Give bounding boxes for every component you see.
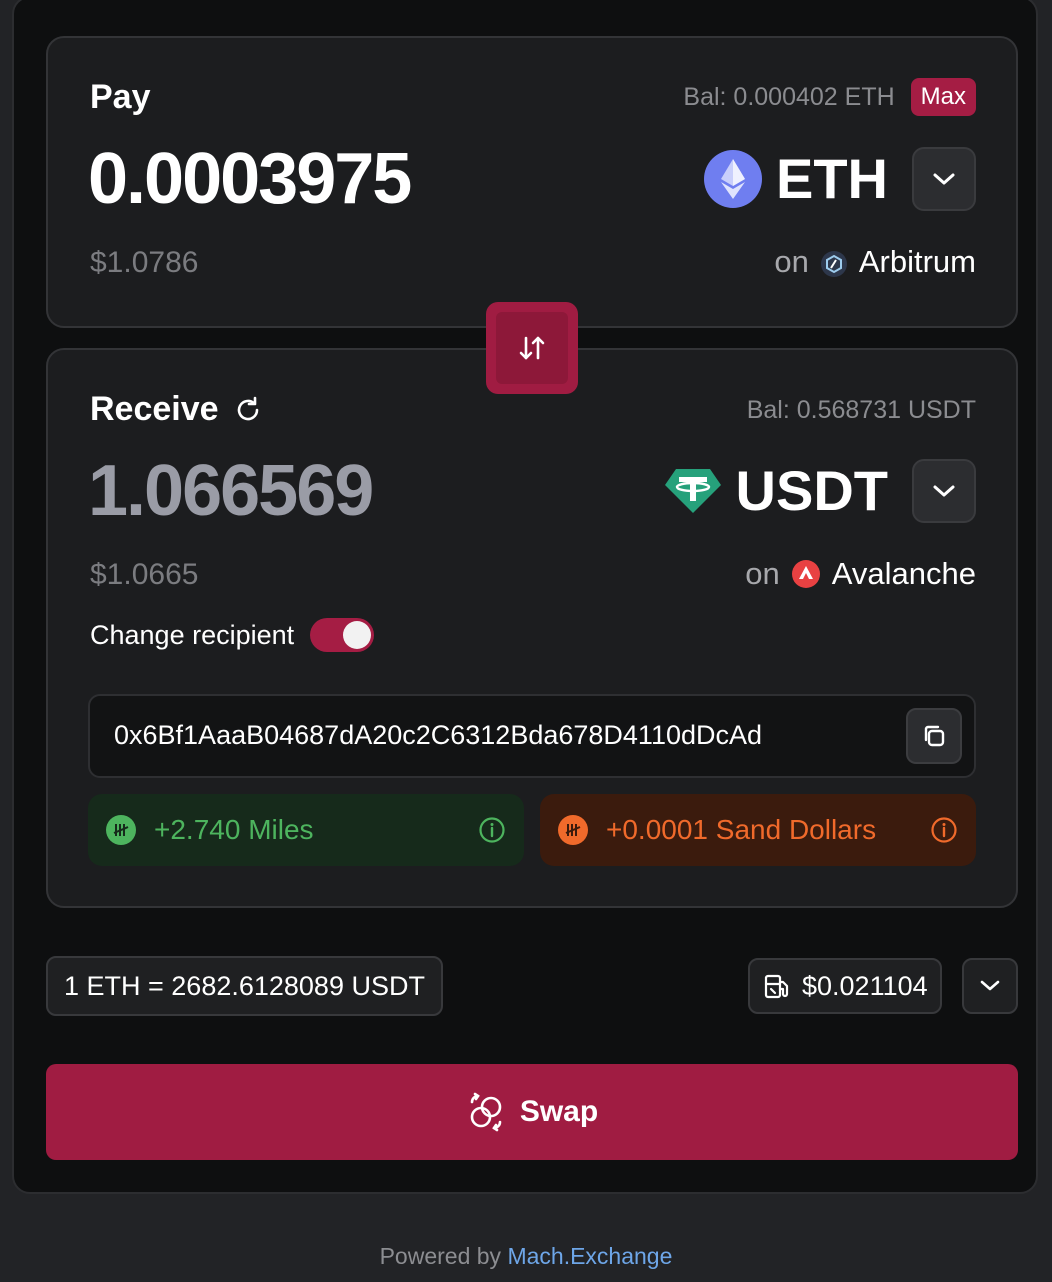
info-icon[interactable] [930,816,958,844]
pay-token-name: ETH [776,147,888,210]
swap-button-label: Swap [519,1095,599,1128]
gas-pump-icon [764,974,789,999]
pay-on-label: on [774,244,809,279]
pay-network-name: Arbitrum [858,244,976,279]
miles-reward-text: +2.740 Miles [154,814,314,845]
swap-arrows-icon [519,336,545,360]
copy-address-button[interactable] [906,708,962,764]
pay-card: Pay Bal: 0.000402 ETH Max 0.0003975 ETH … [46,36,1018,328]
receive-card: Receive Bal: 0.568731 USDT 1.066569 USDT… [46,348,1018,908]
gas-fee-value: $0.021104 [802,970,928,1001]
footer-prefix: Powered by [379,1243,502,1269]
swap-direction-button[interactable] [486,302,578,394]
pay-usd-value: $1.0786 [90,246,199,279]
receive-usd-value: $1.0665 [90,558,199,591]
receive-network[interactable]: on Avalanche [745,556,976,592]
recipient-address-field[interactable]: 0x6Bf1AaaB04687dA20c2C6312Bda678D4110dDc… [88,694,976,778]
receive-header: Receive [90,390,263,429]
change-recipient-toggle[interactable] [310,618,375,652]
toggle-knob [343,621,372,649]
sand-dollars-reward: +0.0001 Sand Dollars [540,794,976,866]
footer: Powered by Mach.Exchange [0,1243,1052,1270]
recipient-address: 0x6Bf1AaaB04687dA20c2C6312Bda678D4110dDc… [114,720,763,750]
chevron-down-icon [980,980,1000,991]
pay-token-dropdown-button[interactable] [912,146,976,211]
pay-label: Pay [90,78,151,116]
chevron-down-icon [933,173,955,184]
exchange-rate-text: 1 ETH = 2682.6128089 USDT [64,970,425,1001]
mach-exchange-link[interactable]: Mach.Exchange [507,1243,672,1269]
sand-dollars-reward-text: +0.0001 Sand Dollars [606,814,877,845]
pay-network[interactable]: on Arbitrum [774,244,976,280]
usdt-icon [664,467,722,515]
details-toggle-button[interactable] [962,958,1018,1014]
change-recipient-row: Change recipient [90,618,375,652]
miles-icon [106,815,136,845]
receive-network-name: Avalanche [831,556,976,591]
receive-balance: Bal: 0.568731 USDT [746,396,976,424]
receive-label: Receive [90,390,219,428]
pay-balance-row: Bal: 0.000402 ETH Max [683,78,976,116]
exchange-rate[interactable]: 1 ETH = 2682.6128089 USDT [46,956,443,1016]
arbitrum-icon [820,249,847,277]
receive-token-selector[interactable]: USDT [664,458,976,523]
copy-icon [924,725,945,747]
gas-fee[interactable]: $0.021104 [748,958,942,1014]
receive-on-label: on [745,556,780,591]
pay-token-selector[interactable]: ETH [704,146,976,211]
info-icon[interactable] [478,816,506,844]
eth-icon [704,149,762,208]
receive-token-name: USDT [735,459,888,522]
pay-balance: Bal: 0.000402 ETH [683,82,895,111]
pay-amount-input[interactable]: 0.0003975 [88,138,412,220]
sand-dollar-icon [558,815,588,845]
change-recipient-label: Change recipient [90,619,295,650]
miles-reward: +2.740 Miles [88,794,524,866]
max-button[interactable]: Max [910,78,976,116]
chevron-down-icon [933,485,955,496]
swap-rings-icon [470,1092,502,1132]
receive-token-dropdown-button[interactable] [912,458,976,523]
receive-amount: 1.066569 [88,451,374,531]
swap-button[interactable]: Swap [46,1064,1018,1160]
avalanche-icon [791,560,820,588]
refresh-icon[interactable] [233,395,263,425]
